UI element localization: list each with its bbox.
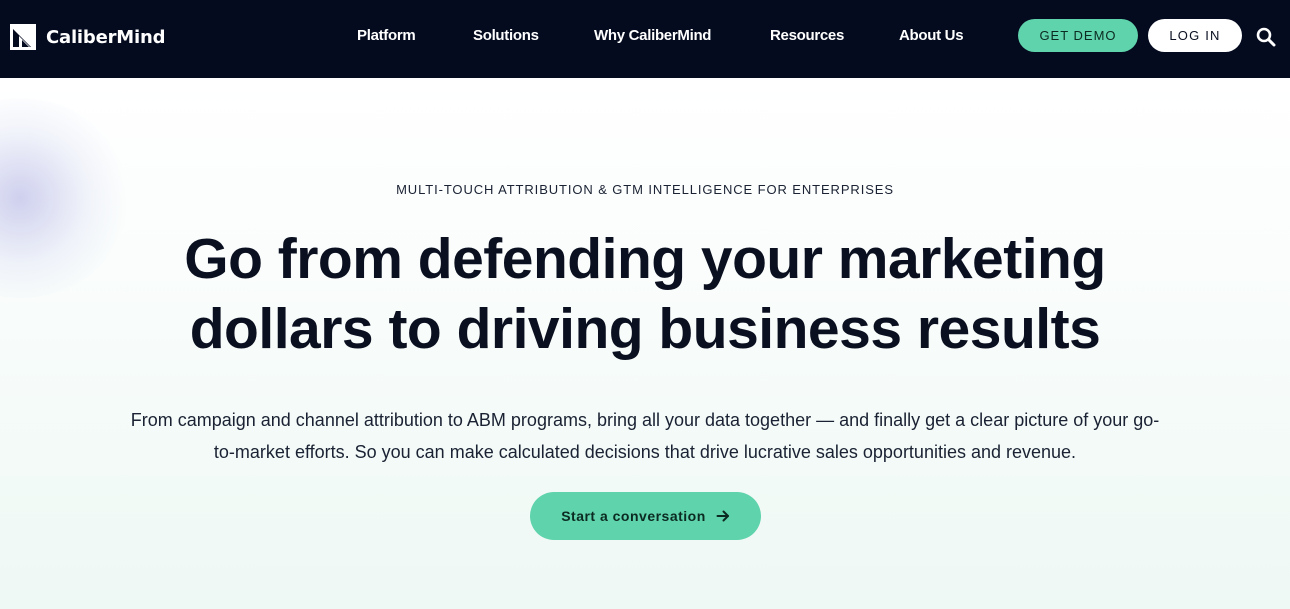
brand-logo[interactable]: CaliberMind: [10, 24, 165, 50]
start-conversation-label: Start a conversation: [561, 508, 706, 524]
log-in-button[interactable]: LOG IN: [1148, 19, 1242, 52]
nav-item-resources[interactable]: Resources: [770, 25, 844, 47]
hero-headline-line-2: dollars to driving business results: [189, 297, 1101, 361]
nav-item-about-us[interactable]: About Us: [899, 25, 964, 47]
hero-subtext-line-1: From campaign and channel attribution to…: [130, 410, 1160, 430]
get-demo-button[interactable]: GET DEMO: [1018, 19, 1138, 52]
hero-headline: Go from defending your marketing dollars…: [95, 224, 1195, 364]
hero-eyebrow: MULTI-TOUCH ATTRIBUTION & GTM INTELLIGEN…: [396, 182, 894, 197]
top-navbar: CaliberMind Platform Solutions Why Calib…: [0, 0, 1290, 78]
hero-headline-line-1: Go from defending your marketing: [184, 227, 1106, 291]
start-conversation-button[interactable]: Start a conversation: [530, 492, 761, 540]
brand-name: CaliberMind: [46, 26, 166, 48]
nav-item-platform[interactable]: Platform: [357, 25, 416, 47]
hero-subtext-line-2: to-market efforts. So you can make calcu…: [213, 442, 1077, 462]
calibermind-logo-icon: [10, 24, 36, 50]
hero-subtext: From campaign and channel attribution to…: [95, 404, 1195, 468]
nav-item-solutions[interactable]: Solutions: [473, 25, 539, 47]
hero-section: MULTI-TOUCH ATTRIBUTION & GTM INTELLIGEN…: [0, 78, 1290, 609]
arrow-right-icon: [716, 510, 729, 522]
search-icon[interactable]: [1256, 27, 1276, 47]
nav-item-why-calibermind[interactable]: Why CaliberMind: [594, 25, 711, 47]
